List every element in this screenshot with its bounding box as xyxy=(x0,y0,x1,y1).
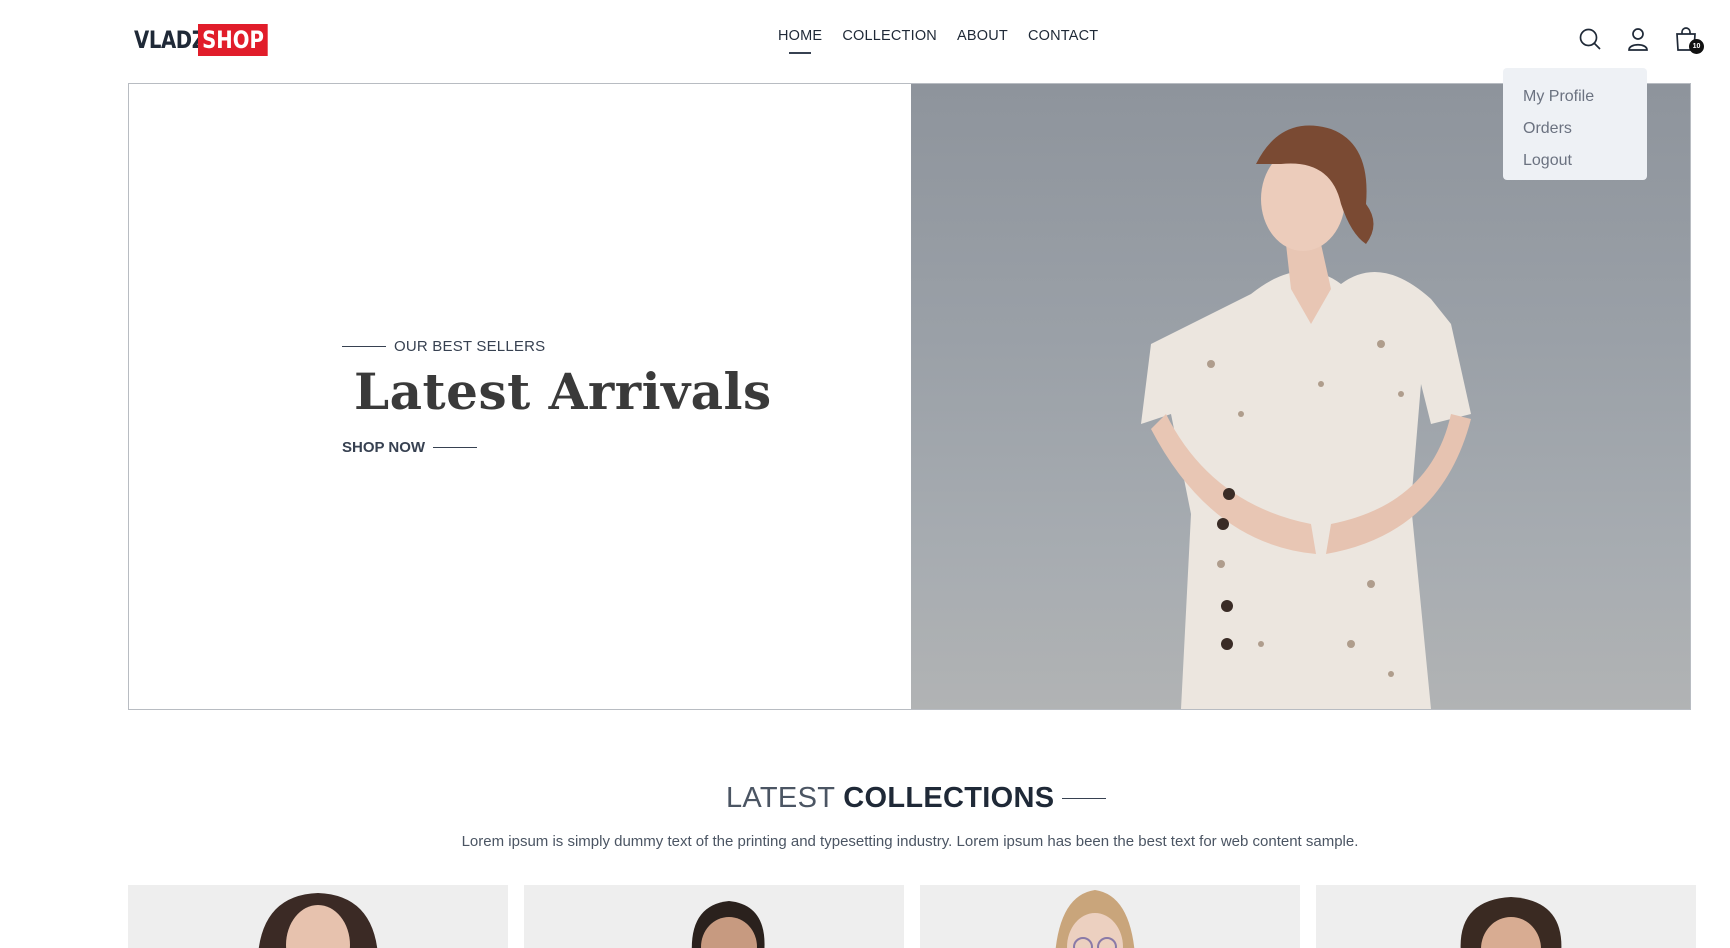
menu-item-orders[interactable]: Orders xyxy=(1523,113,1627,145)
product-card[interactable] xyxy=(128,885,508,948)
section-title-light: LATEST xyxy=(726,782,836,814)
product-card[interactable] xyxy=(920,885,1300,948)
menu-item-my-profile[interactable]: My Profile xyxy=(1523,81,1627,113)
product-card[interactable] xyxy=(1316,885,1696,948)
search-icon[interactable] xyxy=(1578,26,1602,52)
hero-banner: OUR BEST SELLERS Latest Arrivals SHOP NO… xyxy=(128,83,1691,710)
logo-text-vladz: VLADZ xyxy=(134,26,206,54)
cart-button[interactable]: 10 xyxy=(1674,26,1704,54)
nav-contact[interactable]: CONTACT xyxy=(1028,28,1098,44)
hero-eyebrow-text: OUR BEST SELLERS xyxy=(394,338,546,355)
nav-collection[interactable]: COLLECTION xyxy=(842,28,937,44)
divider-line xyxy=(433,446,478,449)
section-title-bold: COLLECTIONS xyxy=(843,782,1055,814)
nav-about[interactable]: ABOUT xyxy=(957,28,1008,44)
user-icon[interactable] xyxy=(1626,26,1650,52)
hero-text-panel: OUR BEST SELLERS Latest Arrivals SHOP NO… xyxy=(129,84,911,709)
shop-now-label: SHOP NOW xyxy=(342,439,426,456)
hero-title: Latest Arrivals xyxy=(354,362,772,421)
product-card[interactable] xyxy=(524,885,904,948)
product-image xyxy=(1055,890,1135,948)
site-header: VLADZ SHOP HOME COLLECTION ABOUT CONTACT… xyxy=(0,0,1730,83)
logo[interactable]: VLADZ SHOP xyxy=(134,24,283,56)
section-description: Lorem ipsum is simply dummy text of the … xyxy=(461,833,1359,850)
divider-line xyxy=(342,345,386,348)
product-image xyxy=(691,901,765,948)
product-image xyxy=(258,893,378,948)
hero-eyebrow: OUR BEST SELLERS xyxy=(342,338,545,355)
divider-line xyxy=(1062,797,1107,800)
main-nav: HOME COLLECTION ABOUT CONTACT xyxy=(778,28,1098,44)
cart-count-badge: 10 xyxy=(1689,39,1704,54)
user-dropdown-menu: My Profile Orders Logout xyxy=(1503,68,1647,180)
logo-text-shop: SHOP xyxy=(198,24,269,56)
product-image xyxy=(1460,897,1562,948)
section-heading: LATEST COLLECTIONS xyxy=(726,782,1107,815)
product-grid xyxy=(128,885,1696,948)
shop-now-link[interactable]: SHOP NOW xyxy=(342,439,478,456)
menu-item-logout[interactable]: Logout xyxy=(1523,145,1627,177)
header-icons: 10 xyxy=(1578,26,1704,54)
nav-home[interactable]: HOME xyxy=(778,28,822,44)
